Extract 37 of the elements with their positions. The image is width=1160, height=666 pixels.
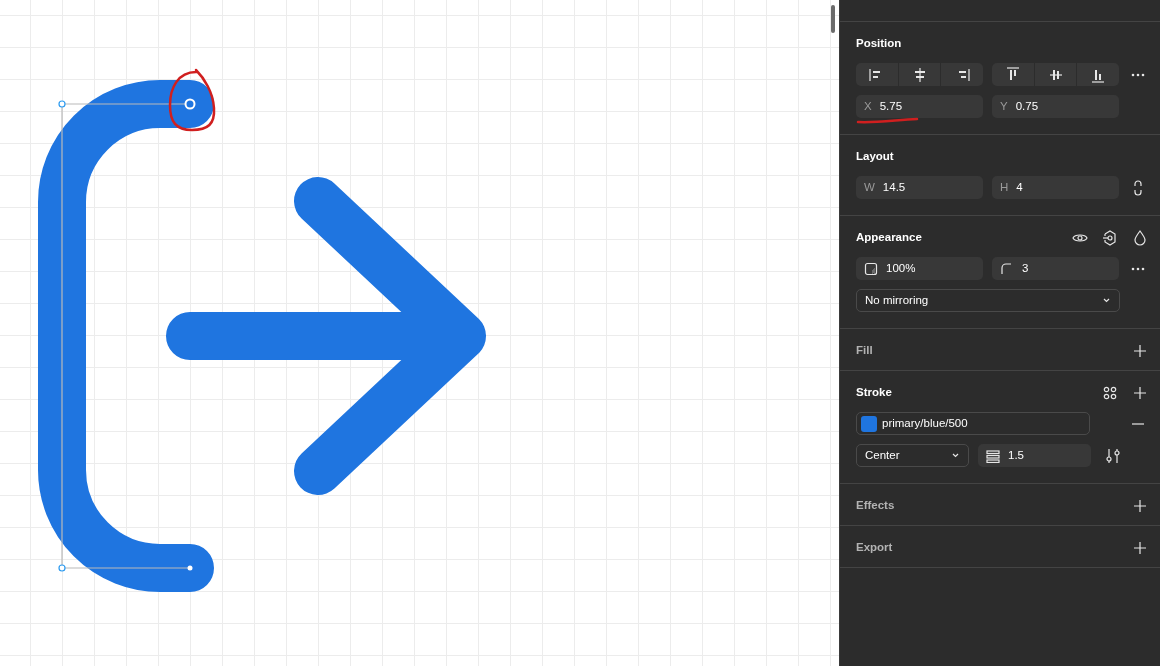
weight-icon [986,448,1000,463]
caret-icon [1102,296,1111,305]
caret-icon [951,451,960,460]
add-icon[interactable] [1132,497,1148,514]
anchor-handle[interactable] [187,565,193,571]
section-title: Export [856,539,893,555]
input-field[interactable]: X 5.75 [856,95,983,118]
input-field[interactable]: W 14.5 [856,176,983,199]
scrollbar-thumb[interactable] [831,5,835,33]
input-field[interactable]: Y 0.75 [992,95,1119,118]
radius-icon [1000,261,1014,276]
align-icon [1004,66,1021,83]
drop-icon[interactable] [1132,229,1148,246]
mirroring-select[interactable]: No mirroring [856,289,1120,312]
opacity-icon [864,261,878,276]
input-field[interactable]: 1.5 [978,444,1091,467]
anchor-handle[interactable] [58,100,66,108]
input-field[interactable]: 3 [992,257,1119,280]
selection-path[interactable] [61,103,191,569]
add-icon[interactable] [1132,539,1148,556]
section-title: Appearance [856,229,922,245]
input-field[interactable]: H 4 [992,176,1119,199]
input-field[interactable]: 100% [856,257,983,280]
add-icon[interactable] [1132,384,1148,401]
anchor-handle[interactable] [58,564,66,572]
section-title: Fill [856,342,873,358]
paint-field[interactable]: primary/blue/500 [856,412,1090,435]
section-title: Effects [856,497,895,513]
section-title: Stroke [856,384,892,400]
annotation-underline [856,117,920,125]
blend-icon[interactable] [1102,229,1118,246]
styles-icon[interactable] [1102,384,1118,401]
add-icon[interactable] [1132,342,1148,359]
section-title: Position [856,35,902,51]
stroke-position-select[interactable]: Center [856,444,969,467]
section-title: Layout [856,148,894,164]
adjust-icon[interactable] [1105,447,1121,464]
